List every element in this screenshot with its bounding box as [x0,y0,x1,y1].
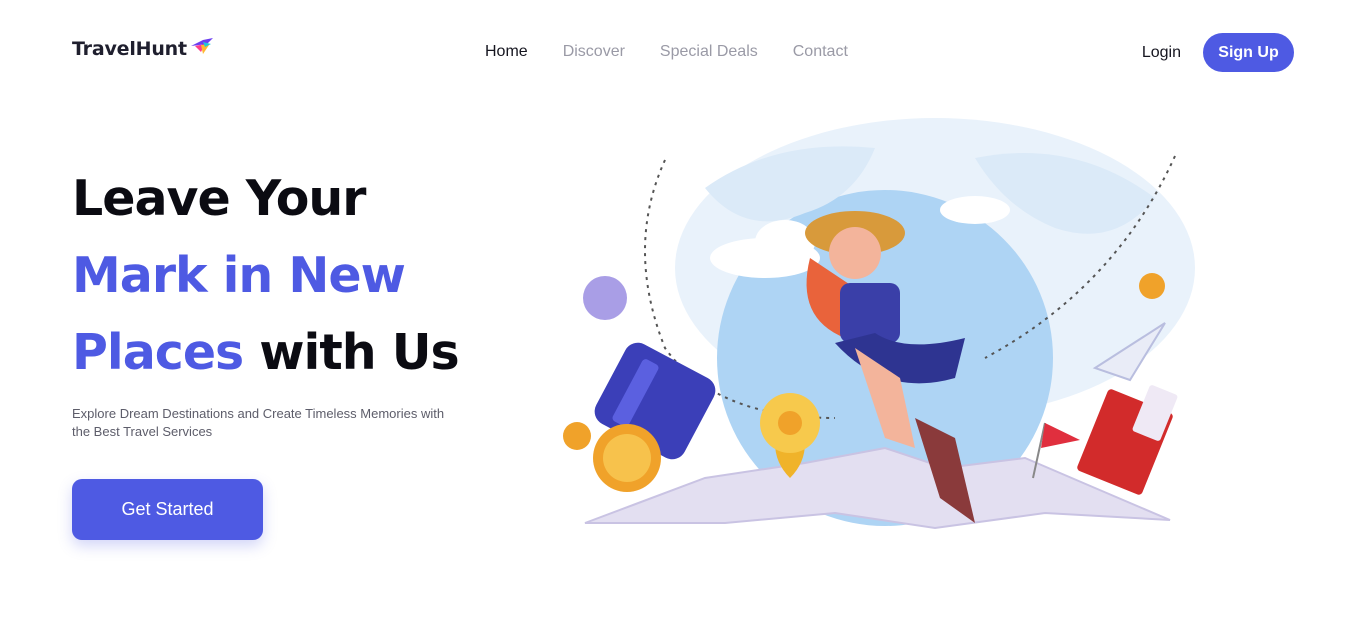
logo-text: TravelHunt [72,38,187,60]
hero-title-line3-rest: with Us [243,324,459,381]
nav-special-deals[interactable]: Special Deals [660,43,758,61]
get-started-button[interactable]: Get Started [72,479,263,540]
passport-icon [1077,385,1178,495]
hero-title-line1: Leave Your [72,170,366,227]
hero-illustration [563,118,1195,530]
logo[interactable]: TravelHunt [72,38,215,60]
hero-subtitle: Explore Dream Destinations and Create Ti… [72,406,445,439]
signup-button[interactable]: Sign Up [1203,33,1294,72]
nav-home[interactable]: Home [485,43,528,61]
login-link[interactable]: Login [1142,44,1181,62]
nav-contact[interactable]: Contact [793,43,848,61]
hero-title: Leave Your Mark in New Places with Us [72,160,460,391]
bird-icon [190,38,213,54]
main-nav: Home Discover Special Deals Contact [485,43,848,61]
hero-title-line3-accent: Places [72,324,244,381]
hero-title-line2: Mark in New [72,247,406,304]
auth-actions: Login Sign Up [1142,33,1294,72]
nav-discover[interactable]: Discover [563,43,625,61]
planet-icon [583,276,627,320]
